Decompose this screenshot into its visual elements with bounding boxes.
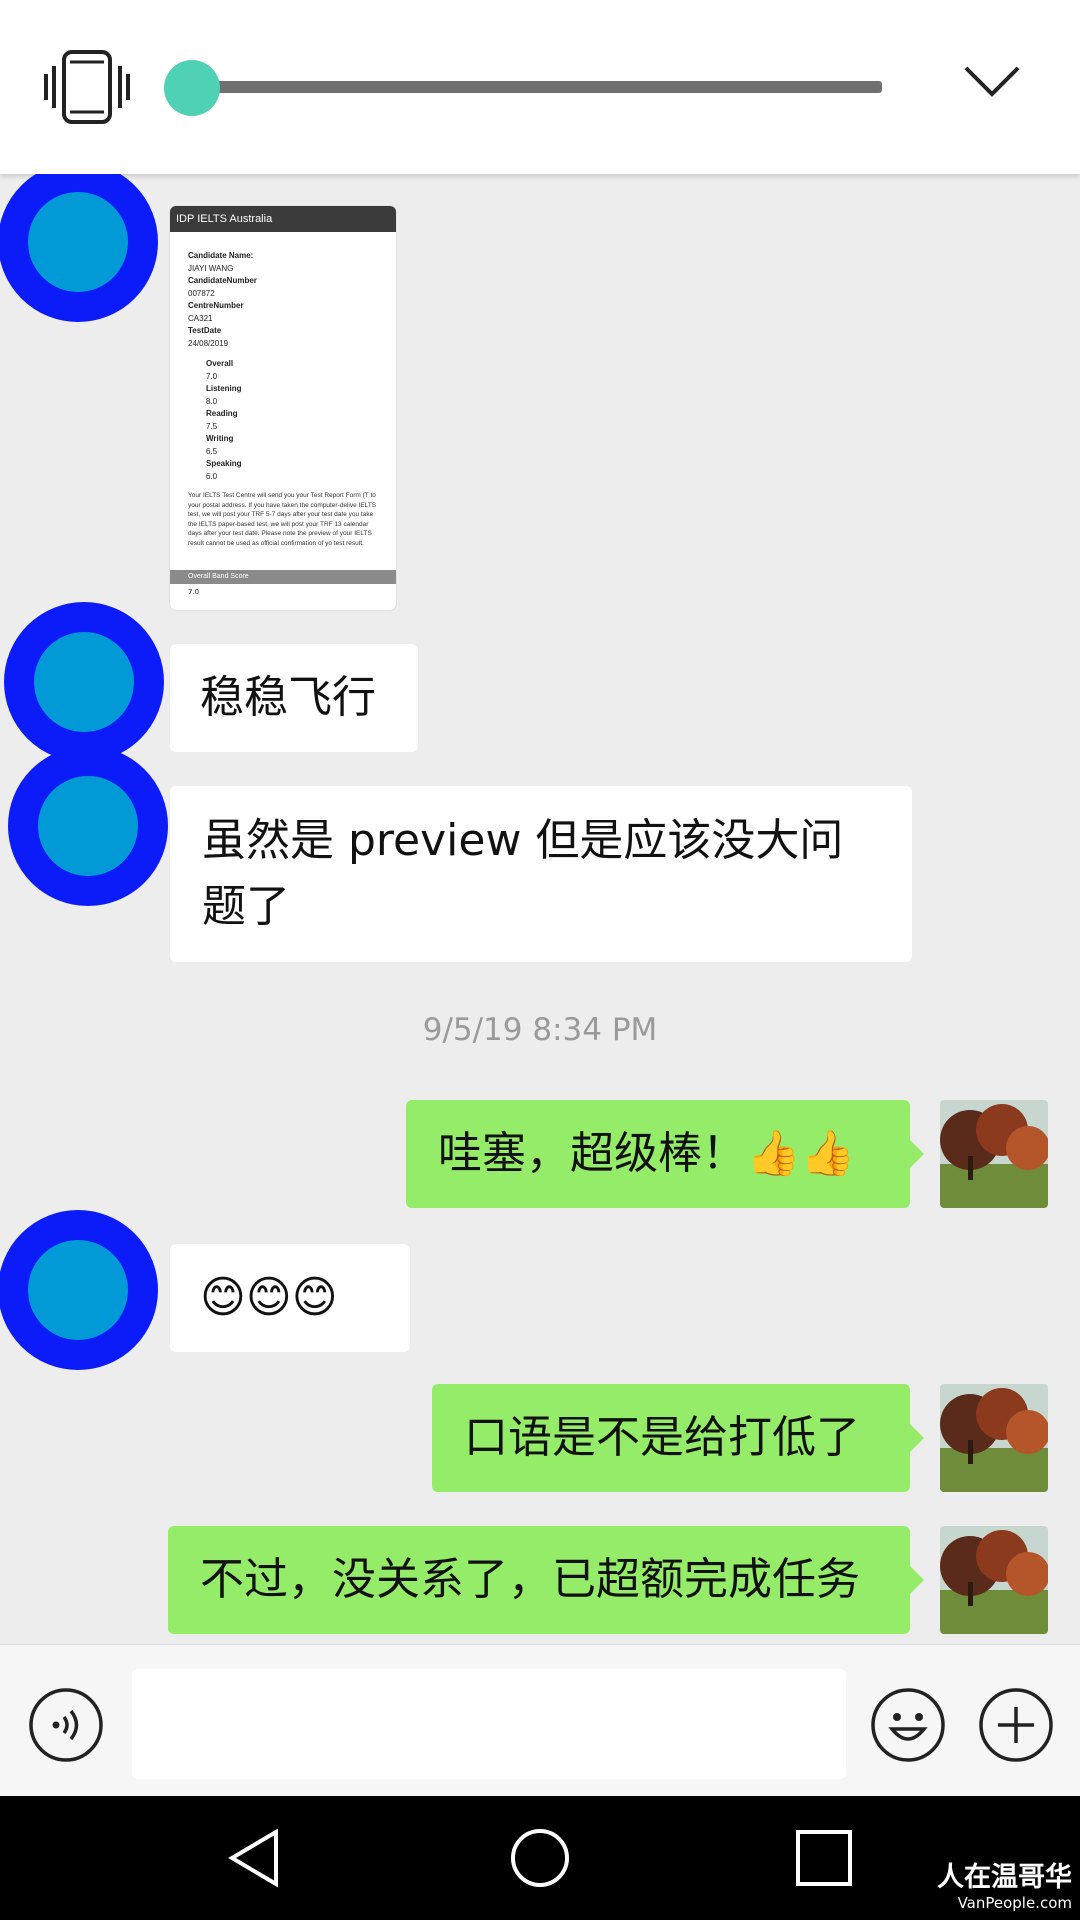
report-label: CandidateNumber [188,276,257,285]
report-label: Reading [206,409,238,418]
message-text: 不过，没关系了，已超额完成任务 [200,1554,860,1605]
watermark-en: VanPeople.com [957,1894,1072,1912]
report-note: Your IELTS Test Centre will send you you… [188,492,377,547]
message-text: 稳稳飞行 [200,672,376,723]
report-image-message[interactable]: IDP IELTS Australia Candidate Name: JIAY… [170,206,396,610]
message-text: 虽然是 preview 但是应该没大问题了 [202,815,844,932]
chat-area[interactable]: IDP IELTS Australia Candidate Name: JIAY… [0,174,1080,1644]
sent-message[interactable]: 不过，没关系了，已超额完成任务 [168,1526,924,1634]
report-value: 6.5 [206,446,218,456]
message-input[interactable] [132,1669,846,1779]
sent-message[interactable]: 哇塞，超级棒！👍👍 [406,1100,924,1208]
report-body: Candidate Name: JIAYI WANG CandidateNumb… [170,232,396,548]
tree-photo [940,1384,1048,1492]
contact-avatar[interactable] [8,746,168,906]
received-message[interactable]: 稳稳飞行 [170,644,418,752]
voice-icon[interactable] [28,1687,104,1763]
contact-avatar[interactable] [4,602,164,762]
volume-slider-track[interactable] [190,81,882,93]
report-value: 7.0 [206,371,218,381]
report-value: 6.0 [206,471,218,481]
watermark: 人在温哥华 VanPeople.com [937,1862,1072,1912]
vibrate-icon[interactable] [44,50,130,124]
chevron-down-icon[interactable] [962,62,1022,102]
message-text: 口语是不是给打低了 [464,1412,860,1463]
plus-icon[interactable] [978,1687,1054,1763]
report-value: 7.5 [206,421,218,431]
sent-message[interactable]: 口语是不是给打低了 [432,1384,924,1492]
report-band-value: 7.0 [188,588,200,596]
report-label: Listening [206,384,242,393]
user-avatar[interactable] [940,1384,1048,1492]
report-value: JIAYI WANG [188,263,234,273]
volume-slider-thumb[interactable] [164,60,220,116]
recents-icon[interactable] [792,1826,856,1890]
report-label: CentreNumber [188,301,244,310]
system-nav-bar: 人在温哥华 VanPeople.com [0,1796,1080,1920]
input-bar [0,1644,1080,1797]
tree-photo [940,1100,1048,1208]
watermark-cn: 人在温哥华 [937,1862,1072,1893]
top-bar [0,0,1080,174]
emoji-icon[interactable] [870,1687,946,1763]
report-value: CA321 [188,313,213,323]
received-message[interactable]: 😊😊😊 [170,1244,410,1352]
report-label: Writing [206,434,234,443]
report-label: Candidate Name: [188,251,254,260]
user-avatar[interactable] [940,1100,1048,1208]
report-label: Overall [206,359,234,368]
home-icon[interactable] [508,1826,572,1890]
message-timestamp: 9/5/19 8:34 PM [422,1012,658,1048]
report-header: IDP IELTS Australia [170,206,396,232]
message-text: 哇塞，超级棒！👍👍 [438,1128,856,1179]
report-value: 8.0 [206,396,218,406]
report-value: 007872 [188,288,215,298]
contact-avatar[interactable] [0,1210,158,1370]
back-icon[interactable] [224,1826,288,1890]
message-text: 😊😊😊 [200,1272,338,1323]
report-band-label: Overall Band Score [170,570,396,584]
tree-photo [940,1526,1048,1634]
report-label: Speaking [206,459,242,468]
contact-avatar[interactable] [0,174,158,322]
report-label: TestDate [188,326,222,335]
user-avatar[interactable] [940,1526,1048,1634]
report-value: 24/08/2019 [188,338,229,348]
received-message[interactable]: 虽然是 preview 但是应该没大问题了 [170,786,912,962]
